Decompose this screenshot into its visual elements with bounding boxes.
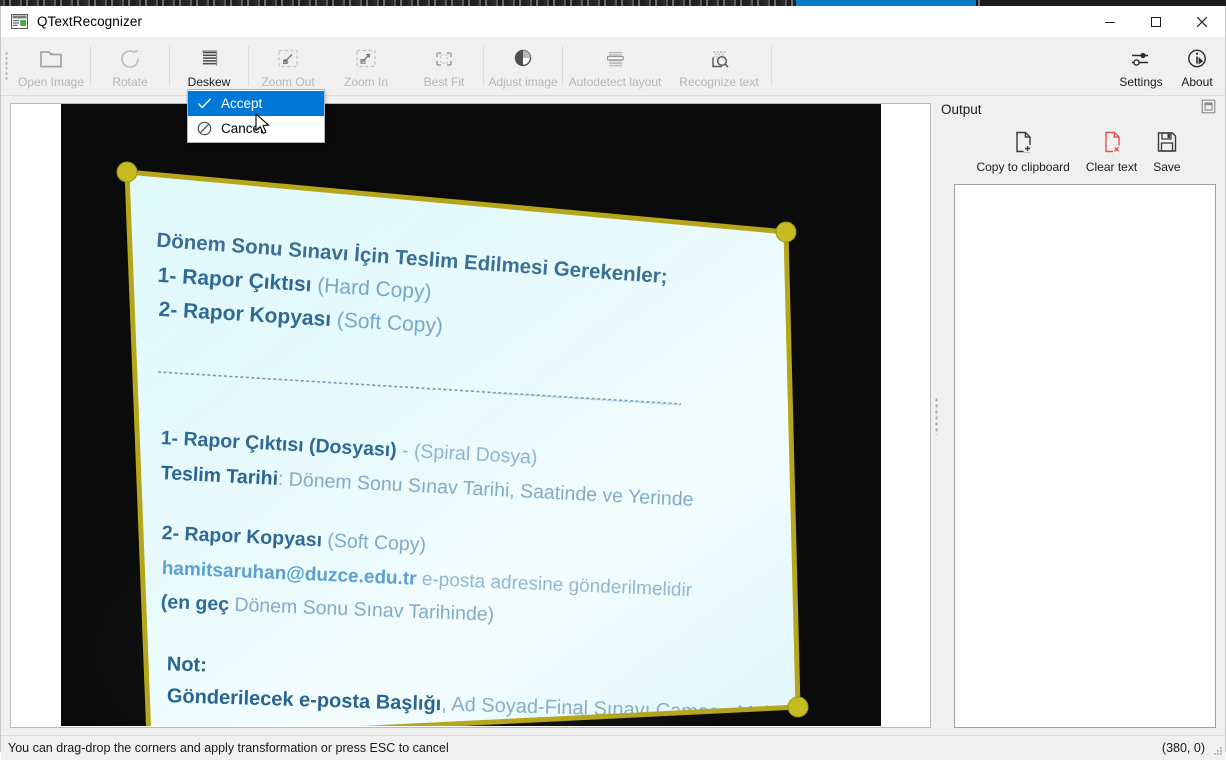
minimize-icon <box>1105 21 1115 23</box>
sliders-icon <box>1128 46 1154 72</box>
toolbar-label-about: About <box>1181 74 1213 89</box>
content-area: Dönem Sonu Sınavı İçin Teslim Edilmesi G… <box>1 96 1225 735</box>
toolbar-label-best-fit: Best Fit <box>423 74 465 89</box>
window-controls <box>1087 6 1225 37</box>
status-bar: You can drag-drop the corners and apply … <box>1 735 1225 760</box>
toolbar-button-rotate[interactable]: Rotate <box>91 37 169 95</box>
maximize-button[interactable] <box>1133 6 1179 37</box>
toolbar-button-open-image[interactable]: Open Image <box>12 37 90 95</box>
window-title: QTextRecognizer <box>37 13 143 29</box>
toolbar-label-recognize-text: Recognize text <box>679 74 759 89</box>
rotate-icon <box>117 46 143 72</box>
toolbar-button-settings[interactable]: Settings <box>1113 37 1169 95</box>
corner-handle-top-right[interactable] <box>775 221 797 243</box>
toolbar-button-deskew[interactable]: Deskew <box>170 37 248 95</box>
info-circle-icon <box>1184 46 1210 72</box>
close-button[interactable] <box>1179 6 1225 37</box>
document-plus-icon <box>1010 128 1036 156</box>
output-title: Output <box>941 101 982 117</box>
menu-item-cancel[interactable]: Cancel <box>188 116 324 141</box>
close-icon <box>1196 16 1208 27</box>
toolbar-right-group: Settings About <box>1113 37 1225 95</box>
minimize-button[interactable] <box>1087 6 1133 37</box>
toolbar-button-about[interactable]: About <box>1169 37 1225 95</box>
checkmark-icon <box>196 95 213 112</box>
corner-handle-top-left[interactable] <box>116 161 138 183</box>
toolbar-label-zoom-in: Zoom In <box>343 74 388 89</box>
output-text-area[interactable] <box>954 184 1216 728</box>
toolbar: Open Image Rotate Deskew Zoom Out Zoom I… <box>1 37 1225 143</box>
svg-text:Not:: Not: <box>166 653 207 676</box>
output-header: Output <box>941 96 1216 122</box>
output-pane: Output Copy to clipboard Clear text Save <box>941 96 1225 735</box>
toolbar-button-adjust-image[interactable]: Adjust image <box>484 37 562 95</box>
text-magnifier-icon <box>705 46 733 72</box>
no-entry-icon <box>196 120 213 137</box>
toolbar-button-best-fit[interactable]: Best Fit <box>405 37 483 95</box>
toolbar-label-settings: Settings <box>1119 74 1163 89</box>
photograph: Dönem Sonu Sınavı İçin Teslim Edilmesi G… <box>61 104 881 726</box>
deskew-lines-icon <box>196 46 222 72</box>
slide-overlay: Dönem Sonu Sınavı İçin Teslim Edilmesi G… <box>116 161 809 726</box>
output-actions: Copy to clipboard Clear text Save <box>941 122 1216 184</box>
maximize-icon <box>1151 16 1161 27</box>
pane-splitter[interactable] <box>931 96 941 735</box>
zoom-in-icon <box>353 46 379 72</box>
application-window: QTextRecognizer Open Image Rotate Deskew… <box>0 6 1226 760</box>
toolbar-button-zoom-out[interactable]: Zoom Out <box>249 37 327 95</box>
toolbar-separator <box>771 46 772 86</box>
zoom-out-icon <box>275 46 301 72</box>
save-button[interactable]: Save <box>1145 126 1188 176</box>
toolbar-label-open-image: Open Image <box>17 74 85 89</box>
app-icon <box>11 13 28 29</box>
toolbar-label-adjust-image: Adjust image <box>488 74 558 89</box>
toolbar-label-rotate: Rotate <box>112 74 148 89</box>
toolbar-grip[interactable] <box>1 37 12 95</box>
image-pane: Dönem Sonu Sınavı İçin Teslim Edilmesi G… <box>1 96 931 735</box>
deskew-dropdown-menu: Accept Cancel <box>187 89 325 143</box>
splitter-grip <box>934 396 938 435</box>
corner-handle-bottom-right[interactable] <box>787 696 809 718</box>
toolbar-label-zoom-out: Zoom Out <box>261 74 315 89</box>
folder-open-icon <box>38 46 64 72</box>
toolbar-label-deskew: Deskew <box>187 74 231 89</box>
copy-to-clipboard-label: Copy to clipboard <box>976 160 1070 174</box>
image-canvas[interactable]: Dönem Sonu Sınavı İçin Teslim Edilmesi G… <box>10 103 931 728</box>
layout-lines-icon <box>601 46 629 72</box>
save-label: Save <box>1153 160 1181 174</box>
best-fit-icon <box>431 46 457 72</box>
menu-label-accept: Accept <box>221 96 263 111</box>
undock-icon[interactable] <box>1201 99 1216 114</box>
toolbar-button-autodetect-layout[interactable]: Autodetect layout <box>563 37 667 95</box>
menu-label-cancel: Cancel <box>221 121 264 136</box>
menu-item-accept[interactable]: Accept <box>188 91 324 116</box>
toolbar-button-zoom-in[interactable]: Zoom In <box>327 37 405 95</box>
title-bar[interactable]: QTextRecognizer <box>1 6 1225 37</box>
status-message: You can drag-drop the corners and apply … <box>8 741 449 755</box>
status-coordinates: (380, 0) <box>1161 741 1205 755</box>
contrast-circle-icon <box>510 46 536 72</box>
clear-text-label: Clear text <box>1085 160 1138 174</box>
floppy-disk-icon <box>1154 128 1180 156</box>
copy-to-clipboard-button[interactable]: Copy to clipboard <box>968 126 1077 176</box>
resize-grip-icon[interactable] <box>1211 746 1223 758</box>
document-x-icon <box>1099 128 1125 156</box>
toolbar-button-recognize-text[interactable]: Recognize text <box>667 37 771 95</box>
clear-text-button[interactable]: Clear text <box>1078 126 1145 176</box>
toolbar-label-autodetect-layout: Autodetect layout <box>568 74 662 89</box>
